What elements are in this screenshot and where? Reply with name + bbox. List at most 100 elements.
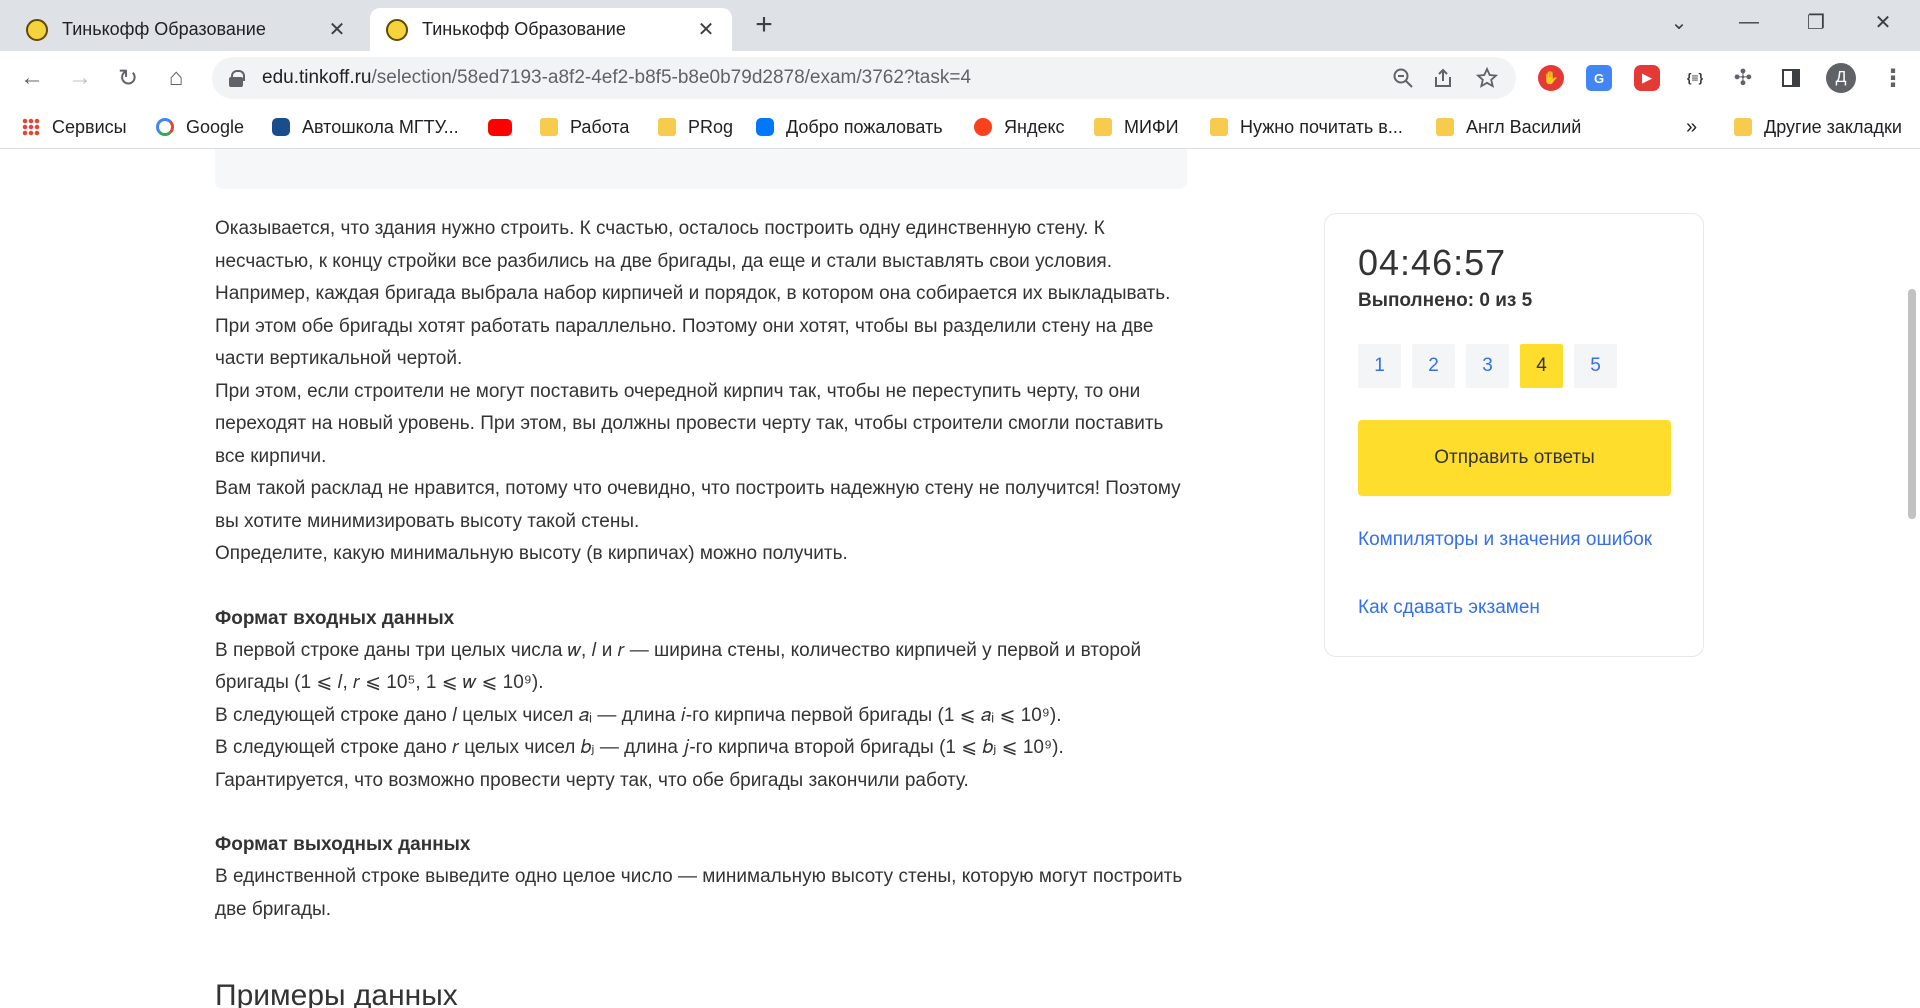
url-domain: edu.tinkoff.ru [262,67,372,88]
tab-2-active[interactable]: Тинькофф Образование ✕ [370,8,732,51]
menu-icon[interactable]: ⋮ [1880,65,1906,92]
google-icon [156,118,174,136]
problem-paragraph: При этом, если строители не могут постав… [215,380,1164,467]
folder-icon [540,118,558,136]
reload-button[interactable]: ↻ [108,58,148,98]
input-format-line: В следующей строке дано 𝑙 целых чисел 𝑎ᵢ… [215,704,1062,726]
problem-paragraph: Определите, какую минимальную высоту (в … [215,543,848,564]
input-format-line: Гарантируется, что возможно провести чер… [215,769,969,791]
folder-icon [1210,118,1228,136]
bookmark-other[interactable]: Другие закладки [1734,113,1902,141]
page-viewport: Оказывается, что здания нужно строить. К… [0,149,1920,1008]
bookmarks-bar: Сервисы Google Автошкола МГТУ... Работа … [0,105,1920,149]
url-text[interactable]: edu.tinkoff.ru/selection/58ed7193-a8f2-4… [262,67,971,89]
forward-button[interactable]: → [60,58,100,98]
tinkoff-favicon-icon [26,18,48,41]
tab-title: Тинькофф Образование [422,19,626,39]
folder-icon [1094,118,1112,136]
browser-toolbar: ← → ↻ ⌂ edu.tinkoff.ru/selection/58ed719… [0,51,1920,105]
car-icon [272,118,290,136]
bookmark-label: PRog [688,116,734,137]
task-button-5[interactable]: 5 [1574,344,1617,388]
bookmark-label: Автошкола МГТУ... [302,116,459,137]
how-to-exam-link[interactable]: Как сдавать экзамен [1358,594,1658,621]
output-format-title: Формат выходных данных [215,834,471,855]
bookmark-folder-work[interactable]: Работа [540,113,629,141]
url-path: /selection/58ed7193-a8f2-4ef2-b8f5-b8e0b… [371,67,972,88]
adblock-icon[interactable]: ✋ [1538,65,1564,91]
yandex-icon [974,118,992,136]
exam-panel: 04:46:57 Выполнено: 0 из 5 1 2 3 4 5 Отп… [1324,213,1704,657]
star-icon[interactable] [1474,65,1500,91]
tab-strip: Тинькофф Образование ✕ Тинькофф Образова… [0,0,1920,51]
compilers-link[interactable]: Компиляторы и значения ошибок [1358,526,1658,553]
bookmarks-overflow-button[interactable]: » [1686,113,1697,141]
input-format-line: В следующей строке дано 𝑟 целых чисел 𝑏ⱼ… [215,737,1064,758]
bookmark-folder-prog[interactable]: PRog [658,113,733,141]
share-icon[interactable] [1430,65,1456,91]
task-button-2[interactable]: 2 [1412,344,1455,388]
scrollbar[interactable] [1904,149,1920,1008]
tab-1[interactable]: Тинькофф Образование ✕ [10,8,363,51]
bookmark-folder-read[interactable]: Нужно почитать в... [1210,113,1403,141]
illustration-box [215,149,1187,189]
home-button[interactable]: ⌂ [156,58,196,98]
bookmark-label: Яндекс [1004,116,1065,137]
translate-icon[interactable]: G [1586,65,1612,91]
json-ext-icon[interactable]: {≡} [1682,65,1708,91]
tinkoff-favicon-icon [386,18,408,41]
input-format-title: Формат входных данных [215,607,455,629]
close-tab-icon[interactable]: ✕ [325,18,349,42]
bookmark-youtube[interactable] [488,113,524,141]
close-tab-icon[interactable]: ✕ [694,18,718,42]
bookmark-label: МИФИ [1124,116,1179,137]
window-close-button[interactable]: ✕ [1854,0,1912,44]
minimize-button[interactable]: — [1720,0,1778,44]
lock-icon[interactable] [228,70,245,87]
problem-paragraph: Вам такой расклад не нравится, потому чт… [215,478,1181,532]
youtube-icon [488,118,512,136]
bookmark-folder-english[interactable]: Англ Василий [1436,113,1581,141]
bookmark-yandex[interactable]: Яндекс [974,113,1065,141]
scrollbar-thumb[interactable] [1908,289,1916,519]
bookmark-google[interactable]: Google [156,113,244,141]
input-format-line: В первой строке даны три целых числа 𝑤, … [215,639,1142,694]
puzzle-icon[interactable]: ✣ [1730,65,1756,91]
task-button-3[interactable]: 3 [1466,344,1509,388]
problem-statement: Оказывается, что здания нужно строить. К… [215,213,1190,926]
tab-search-icon[interactable]: ⌄ [1650,0,1708,44]
bookmark-label: Англ Василий [1466,116,1582,137]
folder-icon [1436,118,1454,136]
bookmark-label: Другие закладки [1764,116,1902,137]
bookmark-label: Нужно почитать в... [1240,116,1403,137]
back-button[interactable]: ← [12,58,52,98]
apps-icon [22,118,40,136]
bookmark-folder-mifi[interactable]: МИФИ [1094,113,1179,141]
restore-button[interactable]: ❐ [1787,0,1845,44]
submit-answers-button[interactable]: Отправить ответы [1358,420,1671,496]
zoom-icon[interactable] [1390,65,1416,91]
tab-title: Тинькофф Образование [62,19,266,39]
address-bar[interactable]: edu.tinkoff.ru/selection/58ed7193-a8f2-4… [212,57,1516,99]
bookmark-label: Работа [570,116,630,137]
profile-avatar[interactable]: Д [1826,63,1856,93]
bookmark-vk[interactable]: Добро пожаловать [756,113,943,141]
sidepanel-icon[interactable] [1778,65,1804,91]
task-button-4-active[interactable]: 4 [1520,344,1563,388]
progress-text: Выполнено: 0 из 5 [1358,290,1533,311]
task-button-1[interactable]: 1 [1358,344,1401,388]
folder-icon [1734,118,1752,136]
bookmark-services[interactable]: Сервисы [22,113,127,141]
vk-icon [756,118,774,136]
bookmark-label: Сервисы [52,116,127,137]
examples-title: Примеры данных [215,979,458,1008]
bookmark-autoschool[interactable]: Автошкола МГТУ... [272,113,459,141]
youtube-ext-icon[interactable]: ▶ [1634,65,1660,91]
problem-paragraph: Оказывается, что здания нужно строить. К… [215,218,1171,369]
task-navigation: 1 2 3 4 5 [1358,344,1617,388]
bookmark-label: Google [186,116,245,137]
bookmark-label: Добро пожаловать [786,116,943,137]
new-tab-button[interactable]: + [748,10,780,42]
folder-icon [658,118,676,136]
exam-timer: 04:46:57 [1358,242,1507,283]
